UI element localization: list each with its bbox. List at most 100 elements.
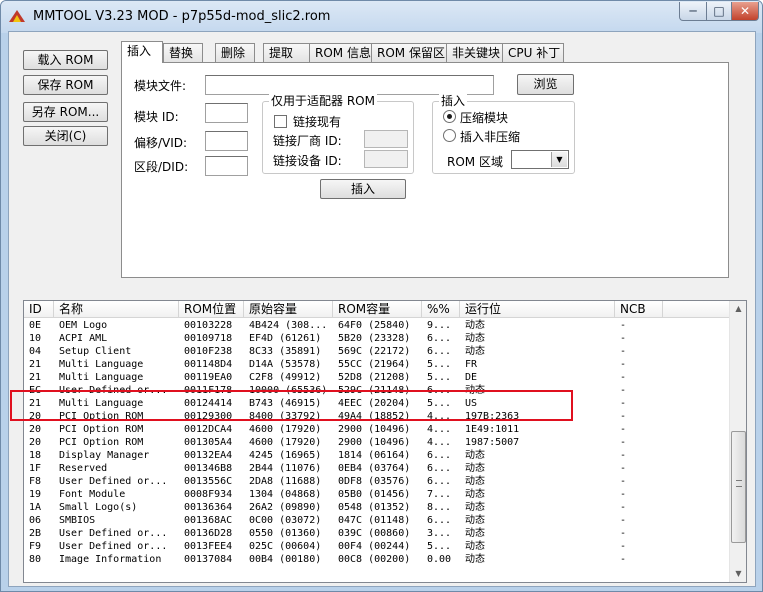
table-row[interactable]: 2B User Defined or... 00136D28 0550 (01360)… xyxy=(24,527,730,540)
row-rom-position: 00137084 xyxy=(184,554,233,565)
scroll-down-icon[interactable]: ▼ xyxy=(731,566,746,582)
table-row[interactable]: 04 Setup Client 0010F238 8C33 (35891) 569C (… xyxy=(24,345,730,358)
table-row[interactable]: 21 Multi Language 001148D4 D14A (53578) 55CC… xyxy=(24,358,730,371)
row-rom-position: 00136364 xyxy=(184,502,233,513)
insert-button[interactable]: 插入 xyxy=(320,179,406,199)
tab-replace[interactable]: 替换 xyxy=(163,43,203,62)
col-rom-size[interactable]: ROM容量 xyxy=(333,301,422,318)
table-row[interactable]: 20 PCI Option ROM 001305A4 4600 (17920) 2900… xyxy=(24,436,730,449)
main-window: MMTOOL V3.23 MOD - p7p55d-mod_slic2.rom … xyxy=(0,0,763,592)
segment-did-input[interactable] xyxy=(205,156,248,176)
browse-button[interactable]: 浏览 xyxy=(517,74,574,95)
row-run-location: 动态 xyxy=(465,320,485,331)
col-run-location[interactable]: 运行位 xyxy=(460,301,615,318)
tab-rom-info[interactable]: ROM 信息 xyxy=(309,43,372,62)
table-row[interactable]: 1F Reserved 001346B8 2B44 (11076) 0EB4 (0376… xyxy=(24,462,730,475)
row-id: 20 xyxy=(29,437,42,448)
row-ncb: - xyxy=(620,437,627,448)
table-row[interactable]: F8 User Defined or... 0013556C 2DA8 (11688)… xyxy=(24,475,730,488)
col-ncb[interactable]: NCB xyxy=(615,301,663,318)
chevron-down-icon[interactable]: ▼ xyxy=(551,152,567,167)
row-percent: 6... xyxy=(427,333,452,344)
row-rom-size: 0EB4 (03764) xyxy=(338,463,411,474)
close-button[interactable]: 关闭(C) xyxy=(23,126,108,146)
row-rom-size: 047C (01148) xyxy=(338,515,411,526)
row-percent: 0.00 xyxy=(427,554,452,565)
row-rom-position: 0010F238 xyxy=(184,346,233,357)
save-rom-button[interactable]: 保存 ROM xyxy=(23,75,108,95)
row-ncb: - xyxy=(620,528,627,539)
tab-extract[interactable]: 提取 xyxy=(263,43,310,62)
table-row[interactable]: 20 PCI Option ROM 0012DCA4 4600 (17920) 2900… xyxy=(24,423,730,436)
module-file-input[interactable] xyxy=(205,75,494,95)
row-rom-position: 0008F934 xyxy=(184,489,233,500)
row-rom-position: 001305A4 xyxy=(184,437,233,448)
row-percent: 6... xyxy=(427,463,452,474)
vertical-scrollbar[interactable]: ▲ ▼ xyxy=(729,301,746,582)
row-name: Font Module xyxy=(59,489,126,500)
row-rom-size: 569C (22172) xyxy=(338,346,411,357)
maximize-button[interactable]: □ xyxy=(706,2,732,21)
table-row[interactable]: 18 Display Manager 00132EA4 4245 (16965) 181… xyxy=(24,449,730,462)
row-name: Display Manager xyxy=(59,450,150,461)
load-rom-button[interactable]: 载入 ROM xyxy=(23,50,108,70)
table-row[interactable]: 10 ACPI AML 00109718 EF4D (61261) 5B20 (2332… xyxy=(24,332,730,345)
row-id: 19 xyxy=(29,489,42,500)
row-id: 80 xyxy=(29,554,42,565)
tab-delete[interactable]: 删除 xyxy=(215,43,255,62)
row-ncb: - xyxy=(620,411,627,422)
tab-insert[interactable]: 插入 xyxy=(121,41,163,63)
row-run-location: FR xyxy=(465,359,478,370)
minimize-button[interactable]: ─ xyxy=(679,2,707,21)
col-name[interactable]: 名称 xyxy=(54,301,179,318)
module-list[interactable]: ID 名称 ROM位置 原始容量 ROM容量 %% 运行位 NCB 0E OEM … xyxy=(23,300,747,583)
uncompressed-radio[interactable] xyxy=(443,129,456,142)
row-ncb: - xyxy=(620,320,627,331)
table-row[interactable]: 21 Multi Language 00119EA0 C2F8 (49912) 52D8… xyxy=(24,371,730,384)
row-percent: 7... xyxy=(427,489,452,500)
row-ncb: - xyxy=(620,476,627,487)
row-rom-position: 00136D28 xyxy=(184,528,233,539)
rom-region-select[interactable]: ▼ xyxy=(511,150,569,169)
col-percent[interactable]: %% xyxy=(422,301,460,318)
close-window-button[interactable]: ✕ xyxy=(731,2,759,21)
row-name: Multi Language xyxy=(59,372,144,383)
tab-rom-reserved[interactable]: ROM 保留区 xyxy=(371,43,447,62)
link-existing-checkbox[interactable] xyxy=(274,115,287,128)
offset-vid-input[interactable] xyxy=(205,131,248,151)
row-name: ACPI AML xyxy=(59,333,108,344)
row-rom-size: 2900 (10496) xyxy=(338,437,411,448)
table-row[interactable]: 1A Small Logo(s) 00136364 26A2 (09890) 0548 … xyxy=(24,501,730,514)
row-id: F8 xyxy=(29,476,42,487)
row-ncb: - xyxy=(620,515,627,526)
row-rom-size: 00F4 (00244) xyxy=(338,541,411,552)
row-id: 1F xyxy=(29,463,42,474)
row-ncb: - xyxy=(620,398,627,409)
title-bar[interactable]: MMTOOL V3.23 MOD - p7p55d-mod_slic2.rom … xyxy=(1,1,762,33)
table-row[interactable]: F9 User Defined or... 0013FEE4 025C (00604)… xyxy=(24,540,730,553)
tab-cpu-patch[interactable]: CPU 补丁 xyxy=(502,43,564,62)
row-original-size: 4B424 (308... xyxy=(249,320,328,331)
row-name: OEM Logo xyxy=(59,320,108,331)
tab-non-critical[interactable]: 非关键块 xyxy=(446,43,503,62)
table-row[interactable]: 0E OEM Logo 00103228 4B424 (308... 64F0 (258… xyxy=(24,319,730,332)
col-id[interactable]: ID xyxy=(24,301,54,318)
table-row[interactable]: 80 Image Information 00137084 00B4 (00180) 0… xyxy=(24,553,730,566)
row-run-location: 1987:5007 xyxy=(465,437,520,448)
col-rom-position[interactable]: ROM位置 xyxy=(179,301,244,318)
module-id-input[interactable] xyxy=(205,103,248,123)
save-rom-as-button[interactable]: 另存 ROM... xyxy=(23,102,108,122)
grip-icon xyxy=(736,480,742,487)
compressed-module-radio[interactable] xyxy=(443,110,456,123)
row-name: Image Information xyxy=(59,554,162,565)
row-ncb: - xyxy=(620,450,627,461)
col-original-size[interactable]: 原始容量 xyxy=(244,301,333,318)
row-id: 2B xyxy=(29,528,42,539)
scroll-up-icon[interactable]: ▲ xyxy=(731,301,746,317)
table-row[interactable]: 06 SMBIOS 001368AC 0C00 (03072) 047C (01148)… xyxy=(24,514,730,527)
insert-options-group: 插入 压缩模块 插入非压缩 ROM 区域 ▼ xyxy=(432,94,575,174)
row-run-location: 动态 xyxy=(465,463,485,474)
scroll-thumb[interactable] xyxy=(731,431,746,543)
module-id-label: 模块 ID: xyxy=(134,110,179,124)
table-row[interactable]: 19 Font Module 0008F934 1304 (04868) 05B0 (0… xyxy=(24,488,730,501)
